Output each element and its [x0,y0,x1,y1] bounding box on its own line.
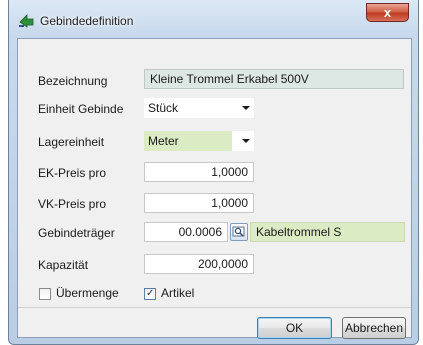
lagereinheit-label: Lagereinheit [38,135,105,149]
gebindetraeger-lookup-button[interactable] [230,223,248,241]
lagereinheit-value: Meter [144,131,232,151]
bezeichnung-label: Bezeichnung [38,74,108,88]
bezeichnung-field[interactable]: Kleine Trommel Erkabel 500V [144,69,404,89]
arrow-icon [19,14,34,28]
close-button[interactable]: x [366,3,409,22]
kapazitaet-field[interactable]: 200,0000 [144,254,254,274]
einheit-gebinde-select[interactable]: Stück [144,98,254,118]
vk-preis-label: VK-Preis pro [38,197,107,211]
dialog-body: Bezeichnung Kleine Trommel Erkabel 500V … [17,38,412,339]
uebermenge-label: Übermenge [56,286,119,300]
separator [18,307,411,308]
artikel-label: Artikel [161,286,195,300]
kapazitaet-label: Kapazität [38,258,89,272]
uebermenge-checkbox[interactable] [39,288,51,300]
gebindetraeger-label: Gebindeträger [38,226,115,240]
artikel-checkbox[interactable]: ✓ [144,288,156,300]
chevron-down-icon [242,139,250,143]
gebindetraeger-name-field: Kabeltrommel S [250,222,405,242]
einheit-gebinde-label: Einheit Gebinde [38,102,124,116]
gebindetraeger-code-field[interactable]: 00.0006 [144,222,228,242]
chevron-down-icon [242,106,250,110]
check-icon: ✓ [146,288,155,299]
search-icon [232,226,245,237]
lagereinheit-select[interactable]: Meter [144,131,254,151]
ek-preis-field[interactable]: 1,0000 [144,162,254,182]
ek-preis-label: EK-Preis pro [38,166,107,180]
ok-button[interactable]: OK [257,317,332,339]
vk-preis-field[interactable]: 1,0000 [144,193,254,213]
close-icon: x [383,5,392,20]
dialog-window: Gebindedefinition x Bezeichnung Kleine T… [8,0,419,345]
window-title: Gebindedefinition [40,14,134,28]
abbrechen-button[interactable]: Abbrechen [342,317,406,339]
einheit-gebinde-value: Stück [144,98,254,118]
title-bar[interactable]: Gebindedefinition x [9,0,418,38]
